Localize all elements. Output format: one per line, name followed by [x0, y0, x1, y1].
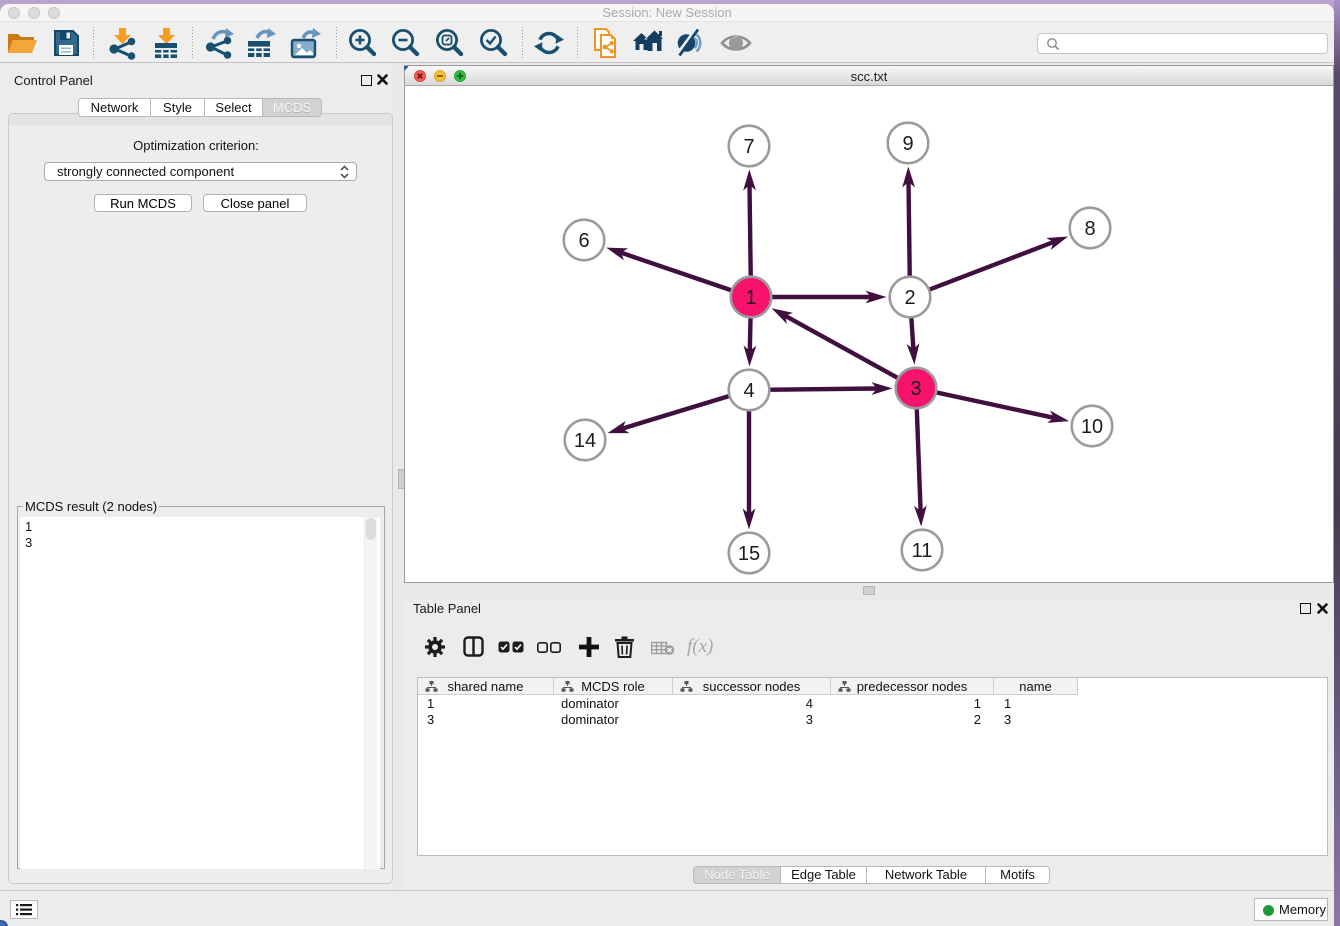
- svg-text:1: 1: [745, 287, 756, 309]
- svg-text:9: 9: [902, 133, 913, 155]
- svg-text:8: 8: [1084, 218, 1095, 240]
- svg-text:15: 15: [738, 543, 760, 565]
- svg-text:11: 11: [912, 540, 933, 562]
- svg-text:14: 14: [574, 430, 596, 452]
- svg-text:2: 2: [904, 287, 915, 309]
- svg-text:6: 6: [578, 230, 589, 252]
- svg-text:7: 7: [743, 136, 754, 158]
- svg-text:3: 3: [910, 378, 921, 400]
- svg-text:10: 10: [1081, 416, 1103, 438]
- svg-text:4: 4: [743, 380, 754, 402]
